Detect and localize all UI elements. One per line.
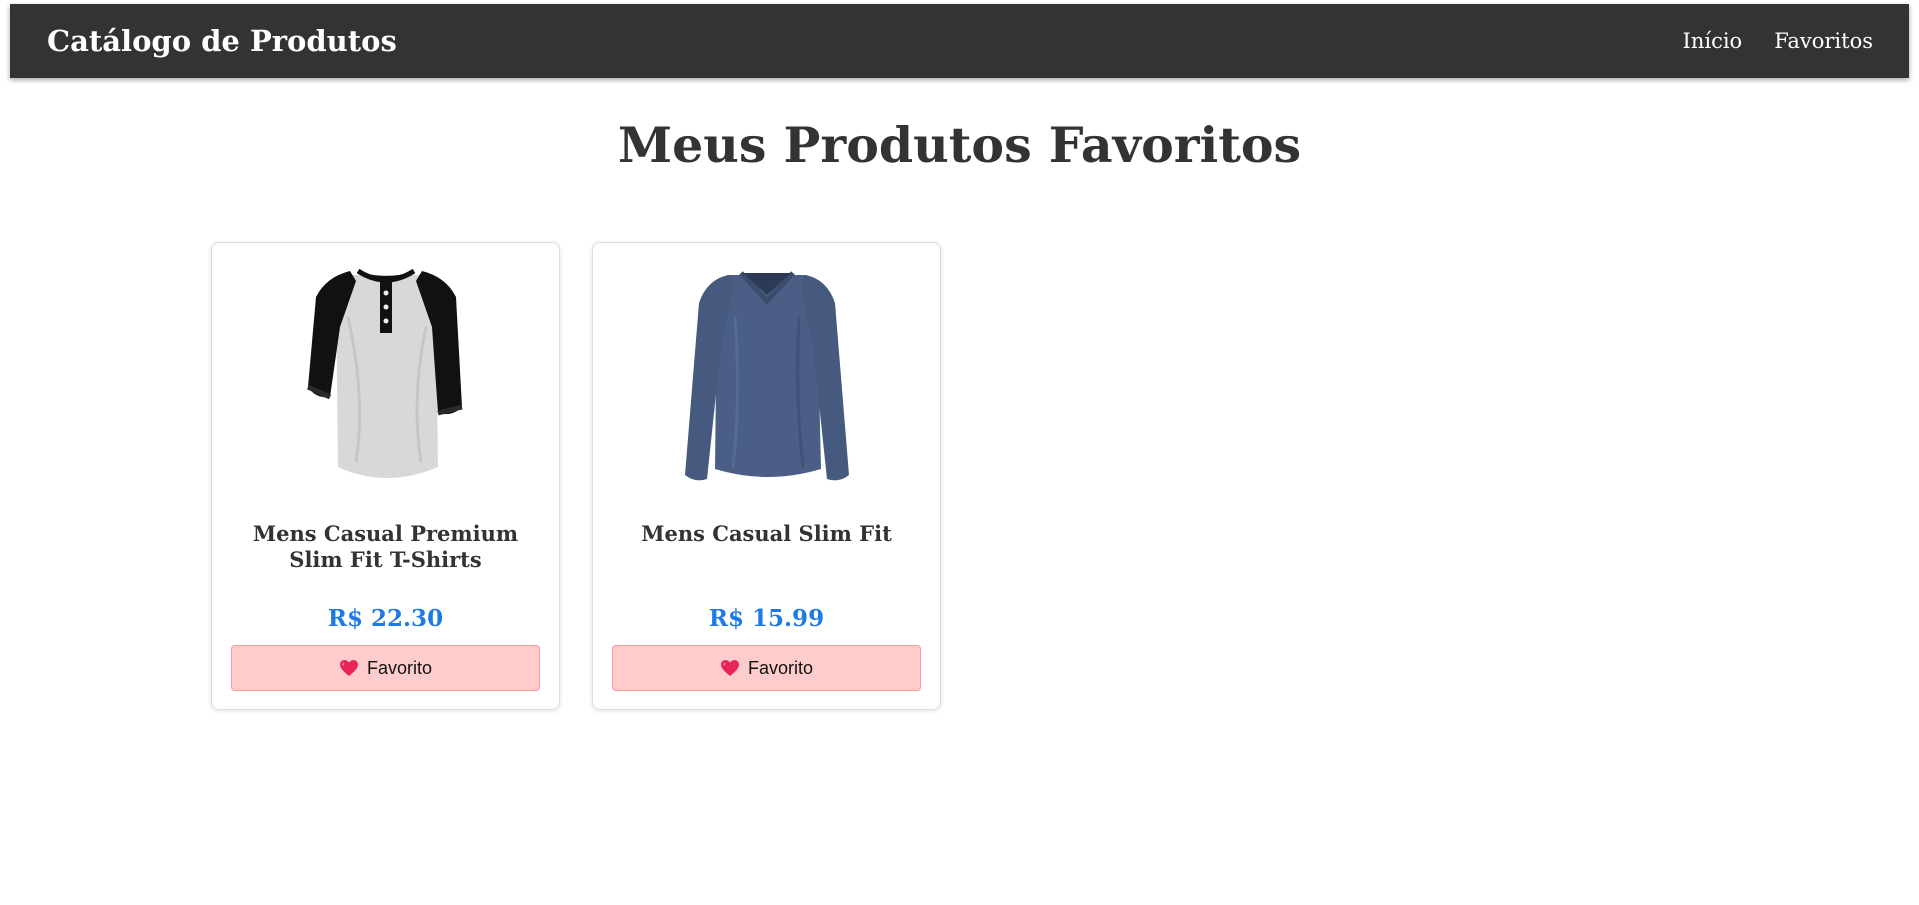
favorite-button[interactable]: Favorito bbox=[231, 645, 540, 691]
product-price: R$ 22.30 bbox=[327, 605, 444, 632]
favorite-button-label: Favorito bbox=[366, 657, 433, 678]
navbar: Catálogo de Produtos Início Favoritos bbox=[10, 4, 1909, 78]
product-price: R$ 15.99 bbox=[708, 605, 825, 632]
favorite-button[interactable]: Favorito bbox=[612, 645, 921, 691]
product-card: Mens Casual Slim Fit R$ 15.99 Favorito bbox=[592, 242, 941, 710]
product-title: Mens Casual Slim Fit bbox=[641, 521, 892, 546]
favorite-button-label: Favorito bbox=[747, 657, 814, 678]
heart-icon bbox=[339, 659, 359, 677]
product-card: Mens Casual Premium Slim Fit T-Shirts R$… bbox=[211, 242, 560, 710]
heart-icon bbox=[720, 659, 740, 677]
product-image-long-sleeve-shirt bbox=[593, 257, 940, 487]
nav-links: Início Favoritos bbox=[1683, 29, 1873, 53]
site-brand[interactable]: Catálogo de Produtos bbox=[47, 24, 397, 58]
product-image-raglan-shirt bbox=[212, 257, 559, 487]
nav-link-favoritos[interactable]: Favoritos bbox=[1774, 29, 1873, 53]
product-title: Mens Casual Premium Slim Fit T-Shirts bbox=[252, 521, 519, 572]
page-title: Meus Produtos Favoritos bbox=[617, 116, 1302, 174]
nav-link-inicio[interactable]: Início bbox=[1683, 29, 1743, 53]
product-grid: Mens Casual Premium Slim Fit T-Shirts R$… bbox=[211, 242, 941, 710]
